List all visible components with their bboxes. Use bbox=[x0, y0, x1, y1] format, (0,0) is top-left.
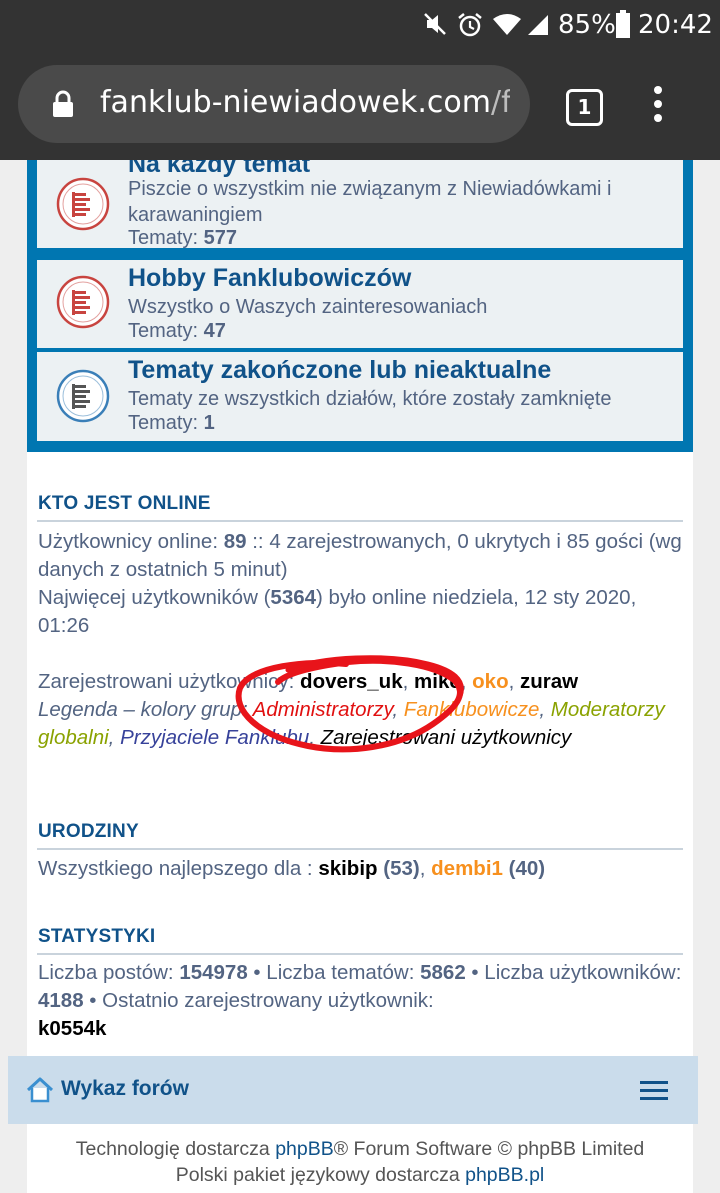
forum-row[interactable]: Hobby Fanklubowiczów Wszystko o Waszych … bbox=[37, 260, 683, 348]
user-age: (40) bbox=[508, 857, 546, 880]
online-total: 89 bbox=[223, 530, 247, 553]
url-path: /fo bbox=[490, 85, 510, 120]
topics-count: 5862 bbox=[420, 961, 466, 984]
birthdays-heading: URODZINY bbox=[38, 821, 139, 842]
topics-label: Tematy: bbox=[128, 412, 199, 434]
battery-icon bbox=[616, 10, 630, 38]
phpbb-link[interactable]: phpBB bbox=[275, 1138, 334, 1160]
forum-row[interactable]: Tematy zakończone lub nieaktualne Tematy… bbox=[37, 352, 683, 441]
footer-text: Technologię dostarcza bbox=[75, 1138, 276, 1160]
forum-row[interactable]: Na każdy temat Piszcie o wszystkim nie z… bbox=[37, 160, 683, 250]
topics-label: Tematy: bbox=[128, 227, 199, 249]
page-content: Na każdy temat Piszcie o wszystkim nie z… bbox=[0, 160, 720, 1193]
newest-user-label: • Ostatnio zarejestrowany użytkownik: bbox=[83, 989, 434, 1012]
users-label: • Liczba użytkowników: bbox=[465, 961, 682, 984]
divider bbox=[37, 848, 683, 850]
max-users-label: Najwięcej użytkowników ( bbox=[38, 586, 271, 609]
clock: 20:42 bbox=[638, 10, 713, 40]
bottom-navbar: Wykaz forów bbox=[8, 1056, 698, 1124]
separator: , bbox=[508, 670, 521, 693]
forum-list: Na każdy temat Piszcie o wszystkim nie z… bbox=[27, 160, 693, 452]
phpbb-pl-link[interactable]: phpBB.pl bbox=[465, 1164, 544, 1186]
posts-count: 154978 bbox=[179, 961, 248, 984]
divider bbox=[37, 520, 683, 522]
signal-icon bbox=[528, 15, 548, 35]
wifi-icon bbox=[493, 14, 521, 35]
forum-topic-count: Tematy: 1 bbox=[128, 412, 215, 435]
forum-title-link[interactable]: Hobby Fanklubowiczów bbox=[128, 264, 411, 293]
birthdays-list: Wszystkiego najlepszego dla : skibip (53… bbox=[38, 857, 546, 880]
posts-label: Liczba postów: bbox=[38, 961, 180, 984]
mute-icon bbox=[424, 13, 446, 35]
online-stats: Użytkownicy online: 89 :: 4 zarejestrowa… bbox=[38, 528, 688, 640]
footer-text: ® Forum Software © phpBB Limited bbox=[333, 1138, 645, 1160]
browser-toolbar: fanklub-niewiadowek.com/fo 1 bbox=[0, 50, 720, 160]
battery-percent: 85% bbox=[558, 10, 616, 40]
stats-heading: STATYSTYKI bbox=[38, 926, 156, 947]
legend-label: Legenda – kolory grup: bbox=[38, 698, 253, 721]
birthdays-label: Wszystkiego najlepszego dla : bbox=[38, 857, 319, 880]
status-bar: 85% 20:42 bbox=[0, 0, 720, 50]
forum-read-icon bbox=[56, 177, 110, 231]
stats-text: Liczba postów: 154978 • Liczba tematów: … bbox=[38, 959, 688, 1043]
forum-description: Piszcie o wszystkim nie związanym z Niew… bbox=[128, 178, 612, 226]
home-icon[interactable] bbox=[26, 1077, 54, 1103]
forum-description: Tematy ze wszystkich działów, które zost… bbox=[128, 388, 612, 410]
user-age: (53) bbox=[383, 857, 420, 880]
max-users: 5364 bbox=[270, 586, 317, 609]
footer: Technologię dostarcza phpBB® Forum Softw… bbox=[0, 1136, 720, 1188]
forum-title-link[interactable]: Tematy zakończone lub nieaktualne bbox=[128, 356, 551, 385]
forum-index-link[interactable]: Wykaz forów bbox=[61, 1077, 189, 1101]
address-bar[interactable]: fanklub-niewiadowek.com/fo bbox=[18, 65, 530, 143]
tab-switcher-button[interactable]: 1 bbox=[566, 89, 603, 126]
annotation-scribble bbox=[235, 655, 464, 753]
user-link[interactable]: zuraw bbox=[520, 670, 578, 693]
forum-topic-count: Tematy: 47 bbox=[128, 320, 226, 343]
forum-read-icon bbox=[56, 275, 110, 329]
divider bbox=[37, 953, 683, 955]
browser-menu-button[interactable] bbox=[654, 86, 662, 128]
alarm-icon bbox=[458, 13, 482, 37]
url-text[interactable]: fanklub-niewiadowek.com/fo bbox=[100, 85, 510, 125]
online-heading: KTO JEST ONLINE bbox=[38, 493, 211, 514]
newest-user-link[interactable]: k0554k bbox=[38, 1017, 106, 1040]
hamburger-menu-icon[interactable] bbox=[640, 1081, 668, 1105]
forum-locked-icon bbox=[56, 369, 110, 423]
users-count: 4188 bbox=[38, 989, 84, 1012]
topics-count: 1 bbox=[203, 412, 215, 434]
footer-text: Polski pakiet językowy dostarcza bbox=[175, 1164, 466, 1186]
url-host: fanklub-niewiadowek.com bbox=[100, 85, 491, 120]
topics-count: 577 bbox=[203, 227, 237, 249]
topics-label: • Liczba tematów: bbox=[247, 961, 421, 984]
forum-topic-count: Tematy: 577 bbox=[128, 227, 237, 250]
topics-count: 47 bbox=[203, 320, 226, 342]
forum-description: Wszystko o Waszych zainteresowaniach bbox=[128, 296, 488, 318]
lock-icon bbox=[53, 90, 73, 117]
user-link[interactable]: skibip bbox=[318, 857, 377, 880]
topics-label: Tematy: bbox=[128, 320, 199, 342]
user-link[interactable]: dembi1 bbox=[431, 857, 503, 880]
online-label: Użytkownicy online: bbox=[38, 530, 224, 553]
